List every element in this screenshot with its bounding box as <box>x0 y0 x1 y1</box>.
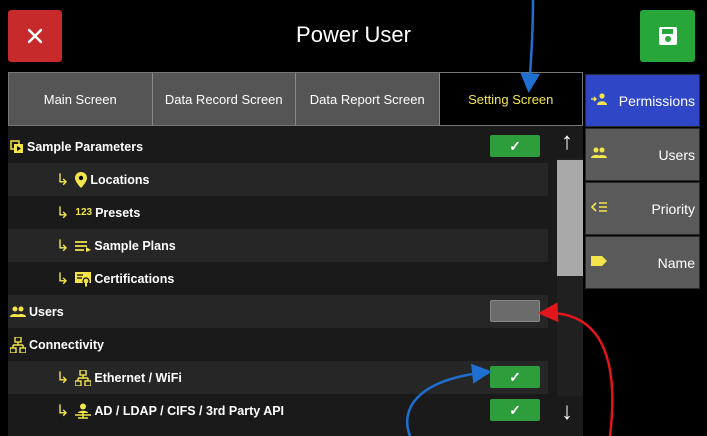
location-pin-icon <box>75 171 88 188</box>
row-label: Users <box>29 304 64 319</box>
side-button-label: Name <box>657 255 695 271</box>
scroll-up-button[interactable]: ↑ <box>551 126 583 158</box>
list-item-locations: ↳ Locations <box>8 163 548 196</box>
list-item-ad-ldap: ↳ AD / LDAP / CIFS / 3rd Party API ✓ <box>8 394 548 427</box>
check-icon: ✓ <box>509 137 521 154</box>
tab-data-record-screen[interactable]: Data Record Screen <box>152 73 296 125</box>
sample-parameters-toggle[interactable]: ✓ <box>490 135 540 157</box>
api-user-icon <box>75 403 92 419</box>
side-button-label: Priority <box>651 201 695 217</box>
list-item-certifications: ↳ Certifications <box>8 262 548 295</box>
header: Power User <box>0 0 707 72</box>
sub-arrow-icon: ↳ <box>56 270 70 288</box>
list-item-sample-plans: ↳ Sample Plans <box>8 229 548 262</box>
app-window: Power User Main Screen Data Record Scree… <box>0 0 707 436</box>
tab-main-screen[interactable]: Main Screen <box>9 73 153 125</box>
tag-icon <box>591 255 607 270</box>
users-toggle[interactable] <box>490 300 540 322</box>
side-button-users[interactable]: Users <box>585 128 700 181</box>
sub-arrow-icon: ↳ <box>56 369 70 387</box>
sub-arrow-icon: ↳ <box>56 402 70 420</box>
arrow-up-icon: ↑ <box>561 128 573 155</box>
certifications-icon <box>75 271 92 287</box>
scrollbar-thumb[interactable] <box>557 160 583 276</box>
tab-setting-screen[interactable]: Setting Screen <box>439 73 582 125</box>
row-label: Sample Parameters <box>27 139 144 154</box>
row-label: Presets <box>95 205 141 220</box>
list-item-users: Users <box>8 295 548 328</box>
list-item-sample-parameters: Sample Parameters ✓ <box>8 130 548 163</box>
ad-ldap-toggle[interactable]: ✓ <box>490 399 540 421</box>
side-button-permissions[interactable]: Permissions <box>585 74 700 127</box>
row-label: Certifications <box>94 271 175 286</box>
network-icon <box>10 336 26 353</box>
users-icon <box>591 147 607 162</box>
list-item-ethernet-wifi: ↳ Ethernet / WiFi ✓ <box>8 361 548 394</box>
network-icon <box>75 369 92 386</box>
scroll-down-button[interactable]: ↓ <box>551 396 583 428</box>
settings-panel: Main Screen Data Record Screen Data Repo… <box>8 72 583 436</box>
side-button-label: Users <box>658 147 695 163</box>
check-icon: ✓ <box>509 401 521 418</box>
row-label: Connectivity <box>29 337 105 352</box>
sample-plans-icon <box>75 240 92 252</box>
row-label: Sample Plans <box>94 238 176 253</box>
sample-parameters-icon <box>10 139 24 154</box>
tab-bar: Main Screen Data Record Screen Data Repo… <box>8 72 583 126</box>
row-label: AD / LDAP / CIFS / 3rd Party API <box>94 403 285 418</box>
arrow-down-icon: ↓ <box>561 398 573 425</box>
permission-list: Sample Parameters ✓ ↳ Locations ↳ 123 Pr… <box>8 130 548 427</box>
sub-arrow-icon: ↳ <box>56 237 70 255</box>
row-label: Ethernet / WiFi <box>94 370 182 385</box>
sub-arrow-icon: ↳ <box>56 171 70 189</box>
users-icon <box>10 306 26 318</box>
side-button-label: Permissions <box>618 93 695 109</box>
save-button[interactable] <box>640 10 695 62</box>
page-title: Power User <box>296 22 411 47</box>
list-item-presets: ↳ 123 Presets <box>8 196 548 229</box>
check-icon: ✓ <box>509 368 521 385</box>
side-menu: Permissions Users Priority Name <box>585 74 700 290</box>
tab-data-report-screen[interactable]: Data Report Screen <box>296 73 440 125</box>
side-button-priority[interactable]: Priority <box>585 182 700 235</box>
priority-icon <box>590 201 607 216</box>
row-label: Locations <box>90 172 150 187</box>
list-item-connectivity: Connectivity <box>8 328 548 361</box>
sub-arrow-icon: ↳ <box>56 204 70 222</box>
save-icon <box>658 27 677 45</box>
presets-icon: 123 <box>75 207 93 218</box>
ethernet-wifi-toggle[interactable]: ✓ <box>490 366 540 388</box>
permissions-icon <box>591 93 611 108</box>
side-button-name[interactable]: Name <box>585 236 700 289</box>
screenshot: Power User Main Screen Data Record Scree… <box>0 0 707 436</box>
